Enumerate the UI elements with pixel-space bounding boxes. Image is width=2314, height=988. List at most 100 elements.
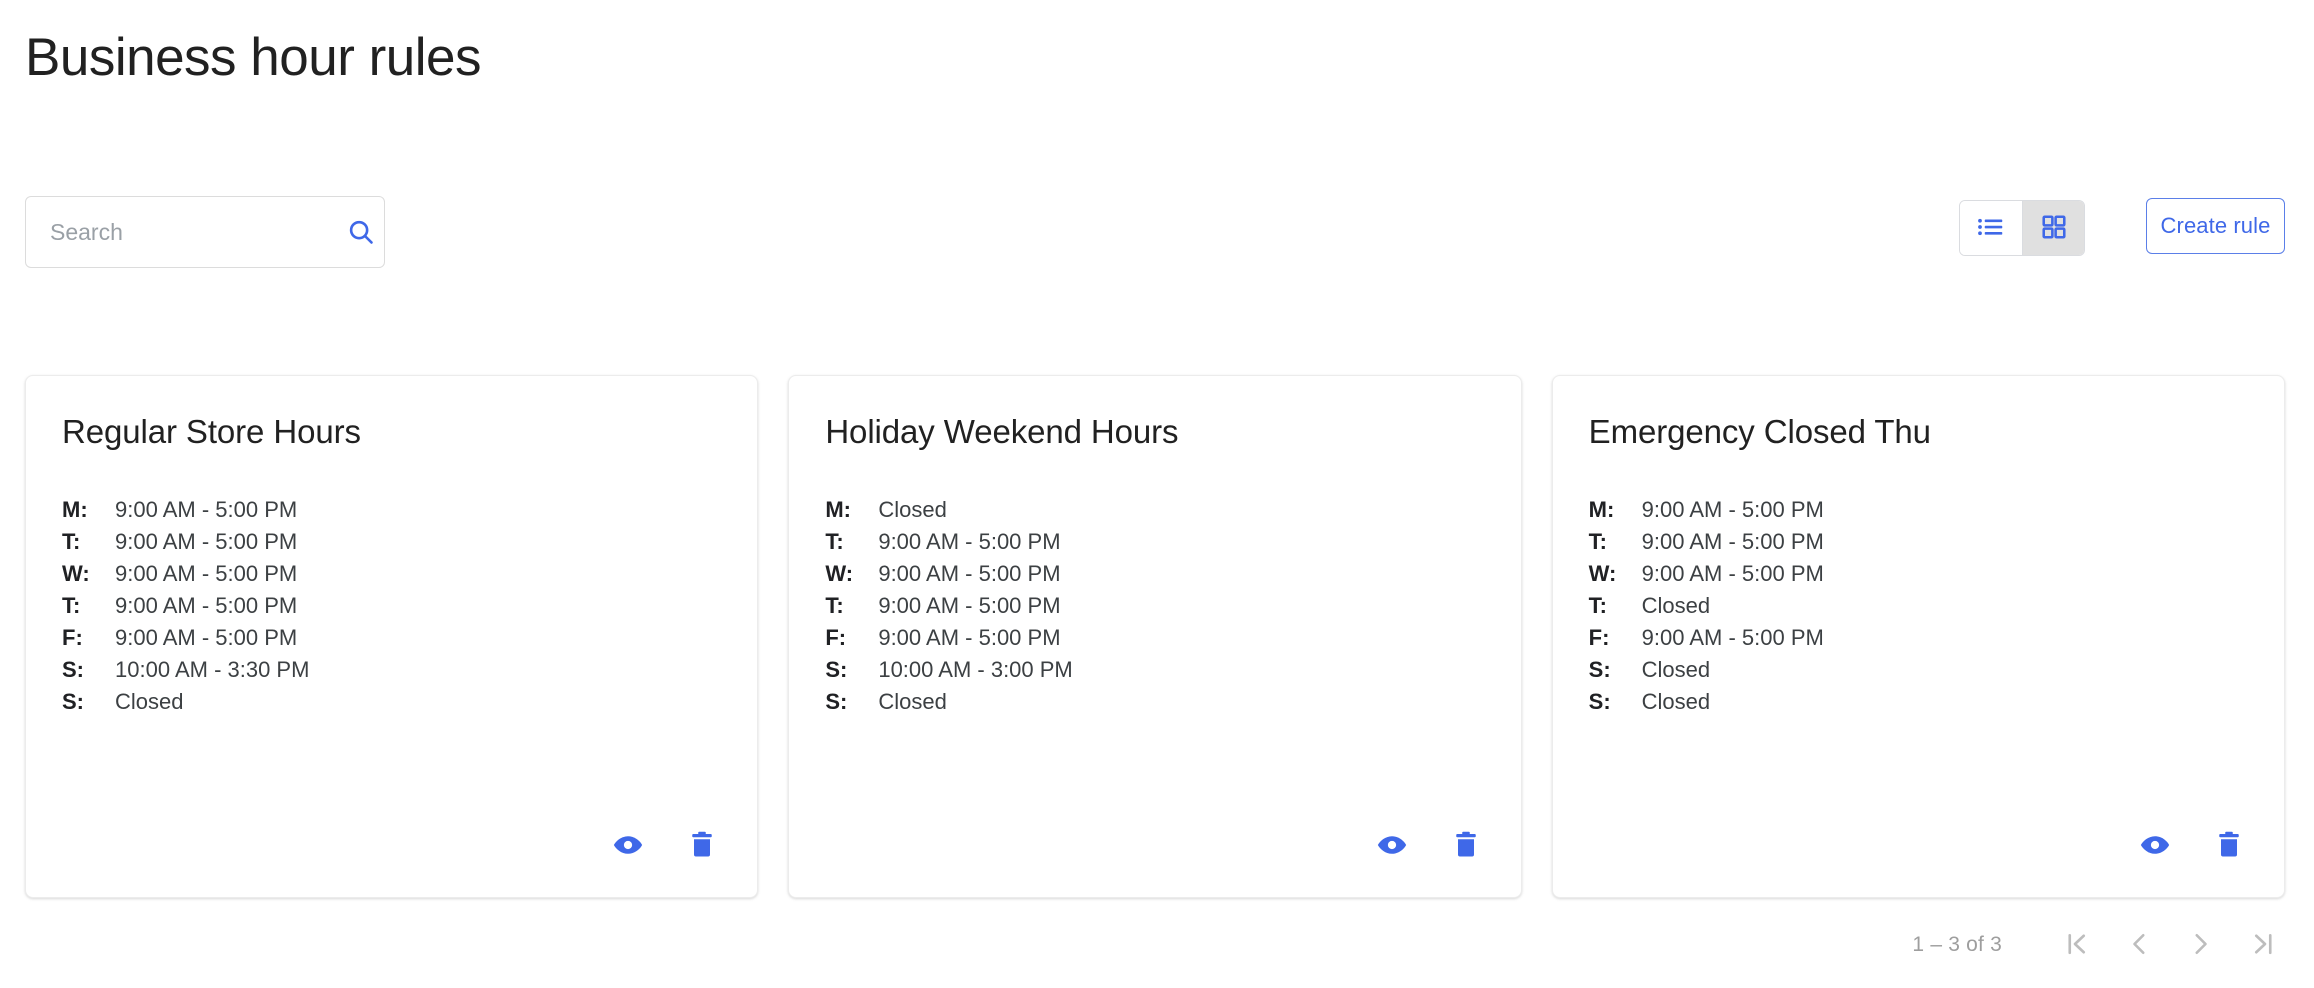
hours-row: M: 9:00 AM - 5:00 PM [1589,494,2248,526]
first-page-button[interactable] [2046,920,2108,970]
delete-rule-button[interactable] [681,825,723,867]
hours-row: T: 9:00 AM - 5:00 PM [825,526,1484,558]
day-label: M: [1588,496,1615,522]
day-label: S: [62,656,84,682]
view-rule-button[interactable] [607,825,649,867]
view-toggle-group[interactable] [1959,200,2085,256]
day-label: S: [1588,688,1611,714]
eye-icon [1376,829,1408,864]
day-label: T: [62,528,81,554]
rule-card-title: Emergency Closed Thu [1588,413,1931,450]
rule-card-title: Holiday Weekend Hours [825,413,1179,450]
day-label: W: [1588,560,1617,586]
hours-row: T: 9:00 AM - 5:00 PM [62,526,721,558]
hours-row: M: Closed [825,494,1484,526]
day-label: S: [62,688,84,714]
next-page-button[interactable] [2170,920,2232,970]
day-value: 10:00 AM - 3:00 PM [878,656,1073,682]
hours-row: F: 9:00 AM - 5:00 PM [1589,622,2248,654]
rule-card[interactable]: Emergency Closed Thu M: 9:00 AM - 5:00 P… [1551,375,2285,898]
day-value: 10:00 AM - 3:30 PM [115,656,310,682]
hours-row: M: 9:00 AM - 5:00 PM [62,494,721,526]
hours-row: T: 9:00 AM - 5:00 PM [1589,526,2248,558]
trash-icon [687,830,717,863]
hours-row: W: 9:00 AM - 5:00 PM [62,558,721,590]
view-rule-button[interactable] [1371,825,1413,867]
first-page-icon [2062,929,2092,962]
view-rule-button[interactable] [2134,825,2176,867]
day-value: 9:00 AM - 5:00 PM [1641,624,1824,650]
delete-rule-button[interactable] [2208,825,2250,867]
day-label: S: [825,656,848,682]
search-icon[interactable] [346,217,376,247]
hours-row: S: 10:00 AM - 3:00 PM [825,654,1484,686]
previous-page-button[interactable] [2108,920,2170,970]
list-view-toggle[interactable] [1960,201,2022,255]
card-actions [2134,825,2250,867]
paginator: 1 – 3 of 3 [1912,920,2294,970]
hours-list: M: 9:00 AM - 5:00 PM T: 9:00 AM - 5:00 P… [62,494,721,718]
day-value: Closed [1641,656,1711,682]
page-title: Business hour rules [25,28,481,87]
grid-view-toggle[interactable] [2022,201,2084,255]
rule-card-title: Regular Store Hours [62,413,361,450]
day-value: 9:00 AM - 5:00 PM [1641,560,1824,586]
rule-card[interactable]: Holiday Weekend Hours M: Closed T: 9:00 … [788,375,1522,898]
grid-view-icon [2040,213,2068,244]
day-label: F: [1588,624,1610,650]
hours-row: W: 9:00 AM - 5:00 PM [825,558,1484,590]
eye-icon [2139,829,2171,864]
day-label: W: [825,560,854,586]
business-hour-rules-page: Business hour rules Search Create rule R… [0,0,2314,988]
day-label: S: [1588,656,1611,682]
day-value: Closed [1641,688,1711,714]
day-label: T: [1588,528,1607,554]
day-label: F: [62,624,83,650]
day-label: F: [825,624,847,650]
create-rule-button[interactable]: Create rule [2146,198,2285,254]
day-label: T: [825,592,844,618]
card-actions [1371,825,1487,867]
day-value: Closed [115,688,184,714]
hours-row: S: Closed [62,686,721,718]
last-page-button[interactable] [2232,920,2294,970]
day-value: 9:00 AM - 5:00 PM [115,592,298,618]
delete-rule-button[interactable] [1445,825,1487,867]
day-label: M: [62,496,88,522]
day-value: 9:00 AM - 5:00 PM [115,624,298,650]
day-value: 9:00 AM - 5:00 PM [878,624,1061,650]
page-range-label: 1 – 3 of 3 [1912,933,2002,956]
day-label: T: [1588,592,1607,618]
hours-row: F: 9:00 AM - 5:00 PM [62,622,721,654]
day-value: 9:00 AM - 5:00 PM [115,496,298,522]
day-label: S: [825,688,848,714]
hours-row: T: 9:00 AM - 5:00 PM [62,590,721,622]
day-value: 9:00 AM - 5:00 PM [1641,528,1824,554]
hours-row: F: 9:00 AM - 5:00 PM [825,622,1484,654]
day-label: T: [825,528,844,554]
day-label: T: [62,592,81,618]
day-value: 9:00 AM - 5:00 PM [878,592,1061,618]
hours-row: S: Closed [1589,654,2248,686]
card-actions [607,825,723,867]
day-value: 9:00 AM - 5:00 PM [878,528,1061,554]
chevron-right-icon [2186,929,2216,962]
trash-icon [2214,830,2244,863]
last-page-icon [2248,929,2278,962]
hours-row: S: Closed [825,686,1484,718]
day-value: 9:00 AM - 5:00 PM [1641,496,1824,522]
hours-row: W: 9:00 AM - 5:00 PM [1589,558,2248,590]
hours-row: S: 10:00 AM - 3:30 PM [62,654,721,686]
day-label: M: [825,496,851,522]
hours-list: M: 9:00 AM - 5:00 PM T: 9:00 AM - 5:00 P… [1589,494,2248,718]
hours-row: T: Closed [1589,590,2248,622]
hours-list: M: Closed T: 9:00 AM - 5:00 PM W: 9:00 A… [825,494,1484,718]
search-field[interactable] [25,196,385,268]
day-label: W: [62,560,90,586]
day-value: 9:00 AM - 5:00 PM [878,560,1061,586]
day-value: 9:00 AM - 5:00 PM [115,528,298,554]
hours-row: S: Closed [1589,686,2248,718]
rule-card-grid: Regular Store Hours M: 9:00 AM - 5:00 PM… [25,375,2285,898]
rule-card[interactable]: Regular Store Hours M: 9:00 AM - 5:00 PM… [25,375,759,898]
search-input[interactable] [50,218,346,246]
